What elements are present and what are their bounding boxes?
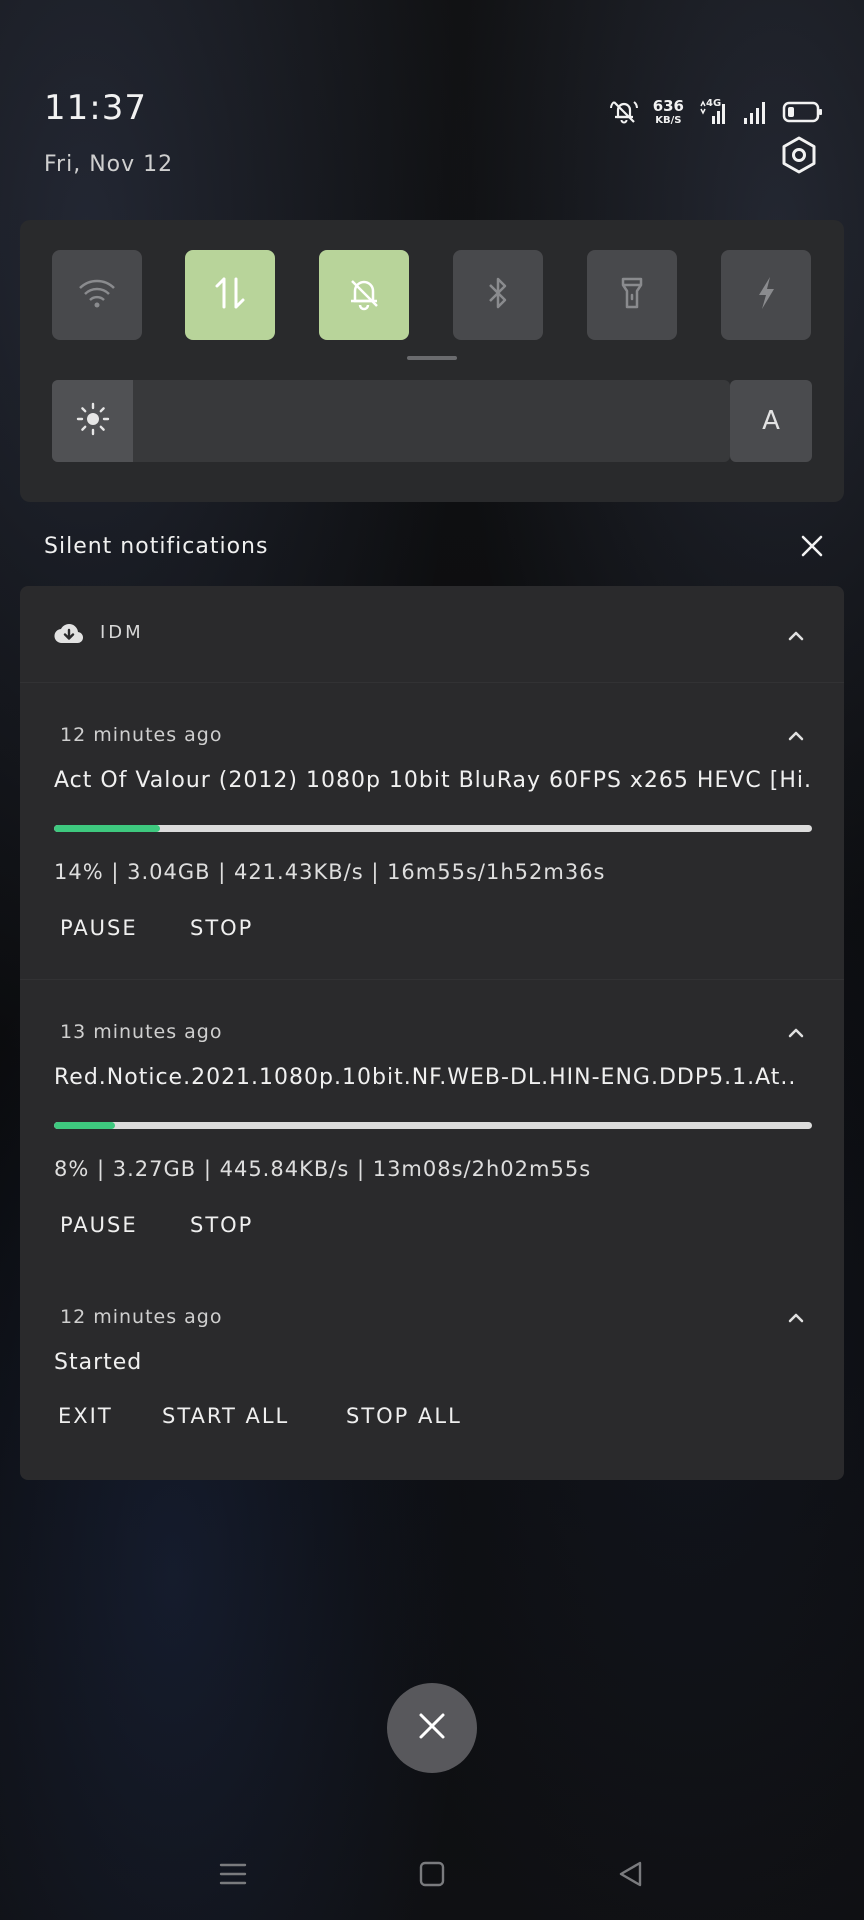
close-icon [801,535,823,561]
signal-4g-icon: 4G [698,98,728,126]
download-progress-fill [54,1122,115,1129]
close-icon [418,1712,446,1744]
brightness-slider[interactable] [52,380,730,462]
notification-title: Act Of Valour (2012) 1080p 10bit BluRay … [54,768,814,793]
status-time: 11:37 [44,88,147,128]
net-speed-value: 636 [652,96,684,115]
download-notification[interactable]: 13 minutes ago Red.Notice.2021.1080p.10b… [20,979,844,1276]
gear-icon [779,135,819,179]
sun-icon [76,402,110,440]
chevron-up-icon[interactable] [786,728,806,742]
settings-button[interactable] [778,136,820,178]
download-notification[interactable]: 12 minutes ago Act Of Valour (2012) 1080… [20,682,844,940]
power-saver-tile[interactable] [721,250,811,340]
bluetooth-tile[interactable] [453,250,543,340]
notification-time: 12 minutes ago [60,724,223,746]
lightning-icon [751,273,781,317]
download-stats: 8% | 3.27GB | 445.84KB/s | 13m08s/2h02m5… [54,1157,592,1181]
back-button[interactable] [611,1856,651,1896]
data-arrows-icon [210,273,250,317]
bluetooth-icon [483,273,513,317]
home-button[interactable] [412,1856,452,1896]
flashlight-tile[interactable] [587,250,677,340]
exit-button[interactable]: EXIT [58,1404,113,1428]
app-header[interactable]: IDM [20,586,844,683]
drag-handle[interactable] [407,356,457,360]
dismiss-all-button[interactable] [387,1683,477,1773]
download-stats: 14% | 3.04GB | 421.43KB/s | 16m55s/1h52m… [54,860,606,884]
chevron-up-icon[interactable] [786,1025,806,1039]
brightness-fill [52,380,134,462]
mobile-data-tile[interactable] [185,250,275,340]
cloud-download-icon [54,622,84,648]
download-progress-bar [54,1122,812,1129]
recents-button[interactable] [213,1856,253,1896]
app-name: IDM [100,622,144,643]
mute-bell-icon [609,97,639,127]
start-all-button[interactable]: START ALL [162,1404,289,1428]
network-type-label: 4G [706,98,722,109]
back-icon [617,1860,645,1892]
flashlight-icon [617,273,647,317]
quick-settings-panel: A [20,220,844,502]
notification-title: Started [54,1350,143,1375]
notification-shade: 11:37 Fri, Nov 12 636 KB/S 4G A Silent n… [0,0,864,1920]
chevron-up-icon[interactable] [786,628,806,642]
pause-button[interactable]: PAUSE [60,916,138,940]
download-progress-fill [54,825,161,832]
section-title: Silent notifications [44,534,269,559]
service-notification[interactable]: 12 minutes ago Started EXIT START ALL ST… [20,1276,844,1480]
net-speed-unit: KB/S [655,114,682,126]
download-progress-bar [54,825,812,832]
clear-notifications-button[interactable] [798,534,826,562]
stop-button[interactable]: STOP [190,1213,253,1237]
menu-icon [219,1860,247,1892]
auto-brightness-button[interactable]: A [730,380,812,462]
status-icons: 636 KB/S 4G [609,96,824,128]
bell-off-icon [344,273,384,317]
home-icon [418,1860,446,1892]
stop-all-button[interactable]: STOP ALL [346,1404,462,1428]
chevron-up-icon[interactable] [786,1310,806,1324]
silent-tile[interactable] [319,250,409,340]
notification-title: Red.Notice.2021.1080p.10bit.NF.WEB-DL.HI… [54,1065,797,1090]
wifi-tile[interactable] [52,250,142,340]
notification-group: IDM 12 minutes ago Act Of Valour (2012) … [20,586,844,1480]
signal-icon [742,98,768,126]
pause-button[interactable]: PAUSE [60,1213,138,1237]
stop-button[interactable]: STOP [190,916,253,940]
notification-time: 12 minutes ago [60,1306,223,1328]
wifi-icon [77,276,117,314]
battery-icon [782,100,824,124]
net-speed: 636 KB/S [652,96,684,126]
status-date: Fri, Nov 12 [44,152,174,177]
notification-time: 13 minutes ago [60,1021,223,1043]
